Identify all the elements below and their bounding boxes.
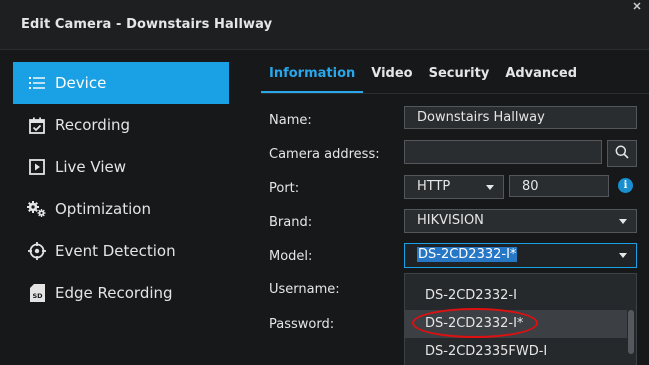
sidebar-item-label: Optimization xyxy=(55,200,151,218)
search-button[interactable] xyxy=(607,140,637,167)
name-label: Name: xyxy=(269,113,312,128)
sidebar-item-event-detection[interactable]: Event Detection xyxy=(13,230,229,272)
password-label: Password: xyxy=(269,317,335,332)
sidebar-item-optimization[interactable]: Optimization xyxy=(13,188,229,230)
info-icon[interactable]: i xyxy=(618,178,633,193)
annotation-circle xyxy=(412,308,538,338)
model-select[interactable]: DS-2CD2332-I* xyxy=(404,243,637,268)
main-panel: Information Video Security Advanced Name… xyxy=(240,51,649,365)
tab-divider xyxy=(261,93,649,94)
tab-video[interactable]: Video xyxy=(363,63,420,93)
sidebar-item-edge-recording[interactable]: SD Edge Recording xyxy=(13,272,229,314)
sidebar-item-label: Live View xyxy=(55,158,126,176)
brand-label: Brand: xyxy=(269,215,313,230)
sidebar-item-label: Event Detection xyxy=(55,242,176,260)
dropdown-option[interactable]: DS-2CD2335FWD-I xyxy=(405,338,627,365)
sidebar-item-label: Recording xyxy=(55,116,131,134)
svg-text:SD: SD xyxy=(32,292,43,300)
tab-security[interactable]: Security xyxy=(421,63,498,93)
search-icon xyxy=(615,144,629,163)
window-title: Edit Camera - Downstairs Hallway xyxy=(21,17,273,32)
brand-select[interactable]: HIKVISION xyxy=(404,209,637,233)
name-field[interactable]: Downstairs Hallway xyxy=(404,106,637,129)
dropdown-scrollbar[interactable] xyxy=(628,310,634,354)
model-label: Model: xyxy=(269,249,313,264)
tab-advanced[interactable]: Advanced xyxy=(497,63,585,93)
sidebar: Device Recording Live View Optimization … xyxy=(0,51,240,365)
model-selected-text: DS-2CD2332-I* xyxy=(417,247,518,262)
dropdown-option[interactable]: DS-2CD2332-I xyxy=(405,282,627,310)
port-number-field[interactable]: 80 xyxy=(509,175,609,197)
port-label: Port: xyxy=(269,181,300,196)
sidebar-item-device[interactable]: Device xyxy=(13,62,229,104)
list-icon xyxy=(27,73,47,93)
tab-information[interactable]: Information xyxy=(261,63,364,93)
sidebar-item-label: Device xyxy=(55,74,107,92)
sidebar-item-live-view[interactable]: Live View xyxy=(13,146,229,188)
username-label: Username: xyxy=(269,282,340,297)
sidebar-item-recording[interactable]: Recording xyxy=(13,104,229,146)
port-protocol-select[interactable]: HTTP xyxy=(404,175,504,199)
play-icon xyxy=(27,157,47,177)
camera-address-label: Camera address: xyxy=(269,147,380,162)
tab-bar: Information Video Security Advanced xyxy=(261,63,585,93)
crosshair-icon xyxy=(27,241,47,261)
gears-icon xyxy=(27,199,47,219)
title-bar: Edit Camera - Downstairs Hallway xyxy=(0,0,649,50)
camera-address-field[interactable] xyxy=(404,140,602,164)
calendar-check-icon xyxy=(27,115,47,135)
sd-card-icon: SD xyxy=(27,283,47,303)
close-icon[interactable] xyxy=(626,0,649,14)
sidebar-item-label: Edge Recording xyxy=(55,284,173,302)
